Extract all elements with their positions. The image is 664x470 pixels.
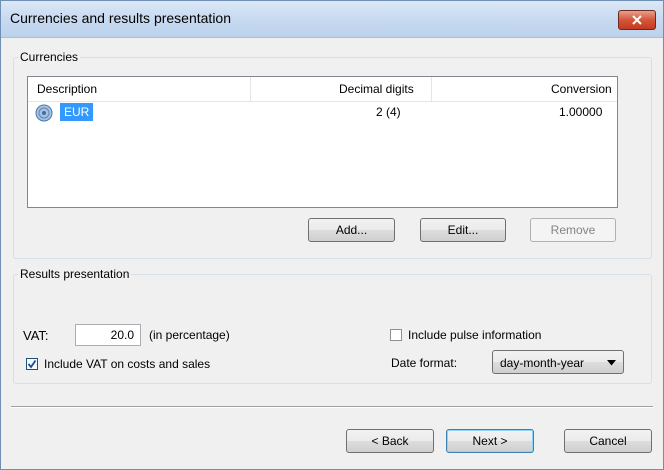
date-format-select[interactable]: day-month-year (492, 350, 624, 374)
column-conversion[interactable]: Conversion (551, 82, 612, 96)
close-button[interactable] (618, 10, 656, 30)
dialog-window: Currencies and results presentation Curr… (0, 0, 664, 470)
results-presentation-group: Results presentation VAT: 20.0 (in perce… (13, 267, 652, 384)
edit-currency-button[interactable]: Edit... (420, 218, 506, 242)
date-format-value: day-month-year (500, 356, 585, 370)
row-decimal-digits: 2 (4) (376, 105, 401, 119)
list-header: Description Decimal digits Conversion (28, 77, 617, 102)
date-format-label: Date format: (391, 356, 458, 370)
checkmark-icon (27, 359, 37, 369)
dialog-body: Currencies Description Decimal digits Co… (1, 38, 663, 469)
title-bar[interactable]: Currencies and results presentation (1, 1, 663, 38)
include-vat-checkbox[interactable] (26, 358, 38, 370)
close-icon (632, 15, 642, 25)
include-pulse-label[interactable]: Include pulse information (408, 328, 541, 342)
currencies-list[interactable]: Description Decimal digits Conversion EU… (27, 76, 618, 208)
currencies-legend: Currencies (20, 50, 79, 64)
vat-unit-label: (in percentage) (149, 328, 230, 342)
include-pulse-checkbox[interactable] (390, 329, 402, 341)
back-button[interactable]: < Back (346, 429, 434, 453)
vat-input[interactable]: 20.0 (75, 324, 141, 346)
window-title: Currencies and results presentation (10, 10, 232, 26)
chevron-down-icon (607, 360, 616, 366)
remove-currency-button[interactable]: Remove (530, 218, 616, 242)
column-separator[interactable] (431, 77, 432, 101)
footer-separator (11, 406, 653, 408)
include-vat-label[interactable]: Include VAT on costs and sales (44, 357, 210, 371)
currencies-group: Currencies Description Decimal digits Co… (13, 50, 652, 259)
list-item[interactable]: EUR 2 (4) 1.00000 (28, 102, 617, 124)
add-currency-button[interactable]: Add... (308, 218, 395, 242)
cancel-button[interactable]: Cancel (564, 429, 652, 453)
column-description[interactable]: Description (37, 82, 97, 96)
column-separator[interactable] (250, 77, 251, 101)
row-conversion: 1.00000 (559, 105, 603, 119)
column-decimal-digits[interactable]: Decimal digits (339, 82, 414, 96)
vat-label: VAT: (23, 328, 49, 343)
next-button[interactable]: Next > (446, 429, 534, 453)
currency-icon (35, 104, 53, 122)
results-legend: Results presentation (20, 267, 130, 281)
row-description: EUR (60, 103, 94, 121)
